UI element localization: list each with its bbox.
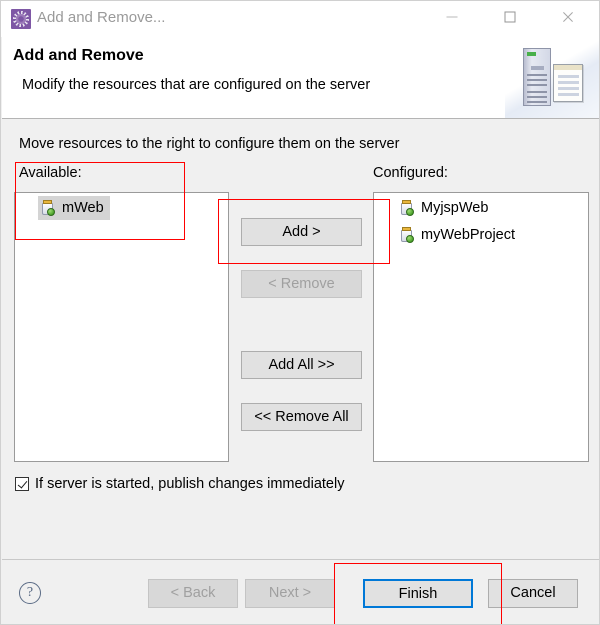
list-item-label: mWeb <box>62 200 104 216</box>
back-button[interactable]: < Back <box>148 579 238 608</box>
close-button[interactable] <box>545 1 591 33</box>
minimize-icon <box>446 16 458 18</box>
add-all-button[interactable]: Add All >> <box>241 351 362 379</box>
page-title: Add and Remove <box>13 47 144 64</box>
title-bar: Add and Remove... <box>1 1 599 37</box>
add-button[interactable]: Add > <box>241 218 362 246</box>
close-icon <box>562 11 575 24</box>
publish-immediately-checkbox[interactable] <box>15 477 29 491</box>
list-item[interactable]: mWeb <box>38 196 110 220</box>
minimize-button[interactable] <box>429 1 475 33</box>
publish-immediately-row[interactable]: If server is started, publish changes im… <box>15 474 344 494</box>
window-title: Add and Remove... <box>37 9 166 26</box>
next-button[interactable]: Next > <box>245 579 335 608</box>
list-item-label: MyjspWeb <box>421 200 489 216</box>
list-item[interactable]: myWebProject <box>397 223 521 247</box>
web-module-icon <box>40 200 56 216</box>
configured-label: Configured: <box>373 165 448 181</box>
instruction-text: Move resources to the right to configure… <box>19 136 400 152</box>
dialog-header: Add and Remove Modify the resources that… <box>2 37 599 119</box>
maximize-icon <box>504 11 516 23</box>
cancel-button[interactable]: Cancel <box>488 579 578 608</box>
available-label: Available: <box>19 165 82 181</box>
server-and-document-icon <box>505 37 599 118</box>
configured-list[interactable]: MyjspWeb myWebProject <box>373 192 589 462</box>
list-item[interactable]: MyjspWeb <box>397 196 494 220</box>
available-list[interactable]: mWeb <box>14 192 229 462</box>
finish-button[interactable]: Finish <box>363 579 473 608</box>
web-module-icon <box>399 200 415 216</box>
list-item-label: myWebProject <box>421 227 516 243</box>
maximize-button[interactable] <box>487 1 533 33</box>
remove-all-button[interactable]: << Remove All <box>241 403 362 431</box>
publish-immediately-label: If server is started, publish changes im… <box>35 476 345 492</box>
dialog-body: Move resources to the right to configure… <box>2 119 599 559</box>
page-subtitle: Modify the resources that are configured… <box>22 77 371 93</box>
remove-button[interactable]: < Remove <box>241 270 362 298</box>
help-icon[interactable]: ? <box>19 582 41 604</box>
add-and-remove-dialog: Add and Remove... Add and Remove Modify … <box>0 0 600 625</box>
gear-icon <box>11 9 31 29</box>
web-module-icon <box>399 227 415 243</box>
